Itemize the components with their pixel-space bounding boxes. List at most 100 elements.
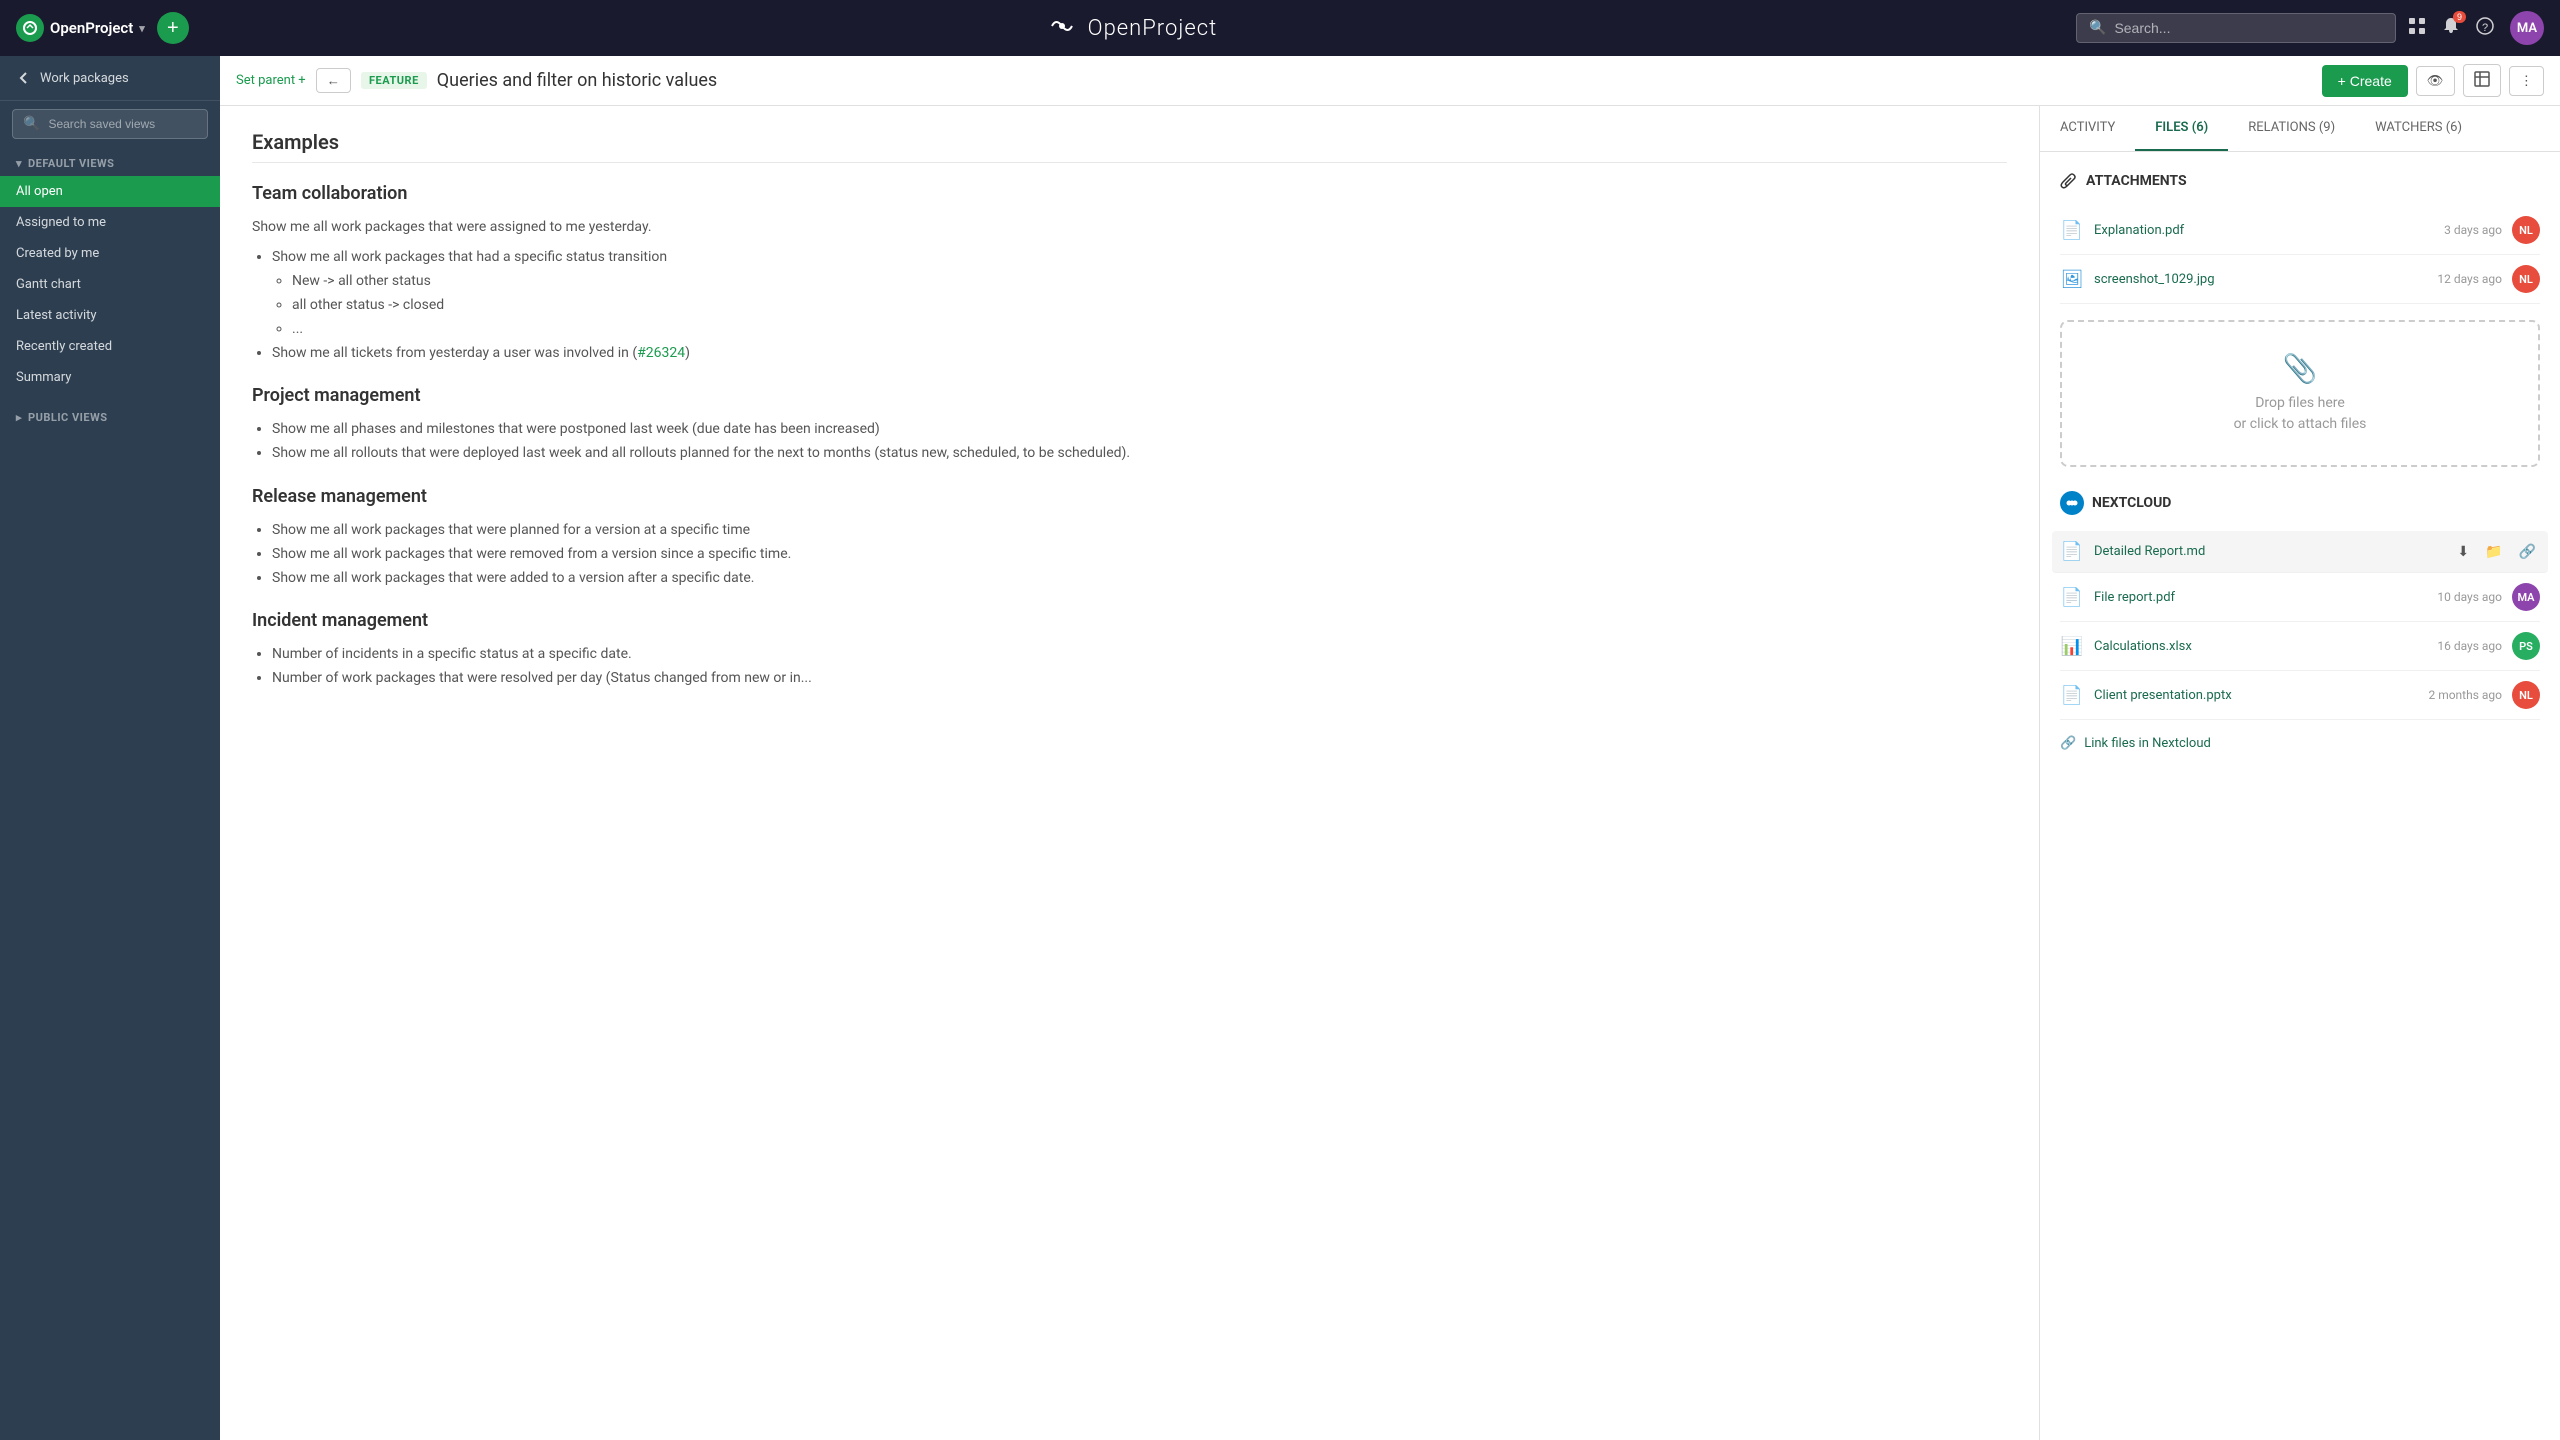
link-nextcloud-button[interactable]: 🔗 Link files in Nextcloud [2060, 728, 2540, 759]
top-navigation: OpenProject ▾ + OpenProject 🔍 9 [0, 0, 2560, 56]
logo-icon [16, 14, 44, 42]
work-package-title: Queries and filter on historic values [437, 70, 2312, 91]
default-views-section[interactable]: ▾ DEFAULT VIEWS [0, 147, 220, 176]
file-link[interactable]: Client presentation.pptx [2094, 688, 2418, 703]
list-item: Show me all work packages that had a spe… [272, 246, 2007, 341]
download-button[interactable]: ⬇ [2453, 541, 2473, 562]
work-package-header: Set parent + ← FEATURE Queries and filte… [220, 56, 2560, 106]
expand-button[interactable] [2463, 64, 2501, 97]
file-actions: ⬇ 📁 🔗 [2453, 541, 2540, 562]
sidebar-item-all-open[interactable]: All open [0, 176, 220, 207]
file-item: 📄 File report.pdf 10 days ago MA [2060, 573, 2540, 622]
attachments-title: ATTACHMENTS [2086, 173, 2187, 189]
external-link-icon: 🔗 [2060, 736, 2076, 751]
tab-activity[interactable]: ACTIVITY [2040, 106, 2135, 151]
notifications-button[interactable]: 9 [2442, 17, 2460, 40]
search-input[interactable] [2114, 20, 2383, 36]
expand-icon [2474, 75, 2490, 90]
sidebar-item-recently-created[interactable]: Recently created [0, 331, 220, 362]
public-views-label: PUBLIC VIEWS [28, 411, 107, 424]
file-avatar: NL [2512, 681, 2540, 709]
unlink-button[interactable]: 🔗 [2515, 541, 2540, 562]
tabs-bar: ACTIVITY FILES (6) RELATIONS (9) WATCHER… [2040, 106, 2560, 152]
sidebar-back-button[interactable]: Work packages [0, 56, 220, 101]
grid-icon[interactable] [2408, 17, 2426, 40]
back-button[interactable]: ← [316, 68, 351, 93]
sidebar-item-latest-activity[interactable]: Latest activity [0, 300, 220, 331]
tab-relations[interactable]: RELATIONS (9) [2228, 106, 2355, 151]
file-avatar: NL [2512, 216, 2540, 244]
file-item: 🖼 screenshot_1029.jpg 12 days ago NL [2060, 255, 2540, 304]
list-item: Number of work packages that were resolv… [272, 667, 2007, 691]
file-link[interactable]: Detailed Report.md [2094, 544, 2443, 559]
file-avatar: MA [2512, 583, 2540, 611]
tab-files[interactable]: FILES (6) [2135, 106, 2228, 151]
panel-content: ATTACHMENTS 📄 Explanation.pdf 3 days ago… [2040, 152, 2560, 779]
sidebar-item-label: All open [16, 184, 63, 199]
default-views-label: DEFAULT VIEWS [28, 157, 114, 170]
files-panel: ACTIVITY FILES (6) RELATIONS (9) WATCHER… [2040, 106, 2560, 1440]
tab-watchers[interactable]: WATCHERS (6) [2355, 106, 2482, 151]
file-item: 📄 Explanation.pdf 3 days ago NL [2060, 206, 2540, 255]
sidebar-item-label: Created by me [16, 246, 99, 261]
content-area: Set parent + ← FEATURE Queries and filte… [220, 56, 2560, 1440]
attachments-label: ATTACHMENTS [2060, 172, 2540, 190]
list-item: Show me all rollouts that were deployed … [272, 442, 2007, 466]
image-icon: 🖼 [2060, 269, 2084, 290]
file-link[interactable]: Calculations.xlsx [2094, 639, 2427, 654]
release-management-list: Show me all work packages that were plan… [272, 519, 2007, 590]
app-logo[interactable]: OpenProject ▾ [16, 14, 145, 42]
sidebar-item-gantt-chart[interactable]: Gantt chart [0, 269, 220, 300]
user-avatar[interactable]: MA [2510, 11, 2544, 45]
sidebar-item-assigned-to-me[interactable]: Assigned to me [0, 207, 220, 238]
split-view: Examples Team collaboration Show me all … [220, 106, 2560, 1440]
search-views-container[interactable]: 🔍 [12, 109, 208, 139]
file-item: 📄 Detailed Report.md ⬇ 📁 🔗 [2052, 531, 2548, 573]
set-parent-button[interactable]: Set parent + [236, 73, 306, 88]
list-item: Show me all work packages that were adde… [272, 567, 2007, 591]
list-item: Show me all work packages that were remo… [272, 543, 2007, 567]
folder-button[interactable]: 📁 [2481, 541, 2506, 562]
sidebar-item-created-by-me[interactable]: Created by me [0, 238, 220, 269]
more-icon: ⋮ [2520, 73, 2533, 88]
watch-button[interactable]: 👁 [2416, 66, 2455, 96]
file-link[interactable]: File report.pdf [2094, 590, 2427, 605]
list-item: Number of incidents in a specific status… [272, 643, 2007, 667]
sidebar-item-label: Gantt chart [16, 277, 81, 292]
file-link[interactable]: Explanation.pdf [2094, 223, 2434, 238]
search-views-icon: 🔍 [23, 116, 40, 132]
file-time: 2 months ago [2428, 688, 2502, 702]
doc-icon: 📄 [2060, 541, 2084, 562]
sidebar-item-summary[interactable]: Summary [0, 362, 220, 393]
incident-management-heading: Incident management [252, 610, 2007, 631]
release-management-heading: Release management [252, 486, 2007, 507]
chevron-icon: ▾ [139, 22, 145, 35]
sidebar-item-label: Assigned to me [16, 215, 106, 230]
help-button[interactable]: ? [2476, 17, 2494, 40]
public-views-section[interactable]: ▸ PUBLIC VIEWS [0, 401, 220, 430]
app-name: OpenProject [50, 19, 133, 37]
sidebar-back-label: Work packages [40, 71, 129, 86]
more-options-button[interactable]: ⋮ [2509, 66, 2544, 96]
notification-badge: 9 [2453, 11, 2466, 23]
list-item: all other status -> closed [292, 294, 2007, 318]
search-views-input[interactable] [48, 117, 197, 131]
file-link[interactable]: screenshot_1029.jpg [2094, 272, 2427, 287]
ticket-link[interactable]: #26324 [637, 345, 685, 361]
global-search[interactable]: 🔍 [2076, 13, 2396, 43]
create-button[interactable]: + Create [2322, 65, 2408, 97]
sidebar-item-label: Latest activity [16, 308, 97, 323]
list-item: Show me all work packages that were plan… [272, 519, 2007, 543]
pdf-icon: 📄 [2060, 587, 2084, 608]
nextcloud-section: NEXTCLOUD 📄 Detailed Report.md ⬇ 📁 🔗 [2060, 491, 2540, 759]
pptx-icon: 📄 [2060, 685, 2084, 706]
nextcloud-icon [2060, 491, 2084, 515]
drop-zone[interactable]: 📎 Drop files here or click to attach fil… [2060, 320, 2540, 467]
file-avatar: NL [2512, 265, 2540, 293]
back-arrow-icon: ← [327, 73, 340, 88]
new-item-button[interactable]: + [157, 12, 189, 44]
main-layout: Work packages 🔍 ▾ DEFAULT VIEWS All open… [0, 56, 2560, 1440]
list-item: ... [292, 318, 2007, 342]
team-collaboration-list: Show me all work packages that had a spe… [272, 246, 2007, 365]
file-time: 12 days ago [2437, 272, 2502, 286]
